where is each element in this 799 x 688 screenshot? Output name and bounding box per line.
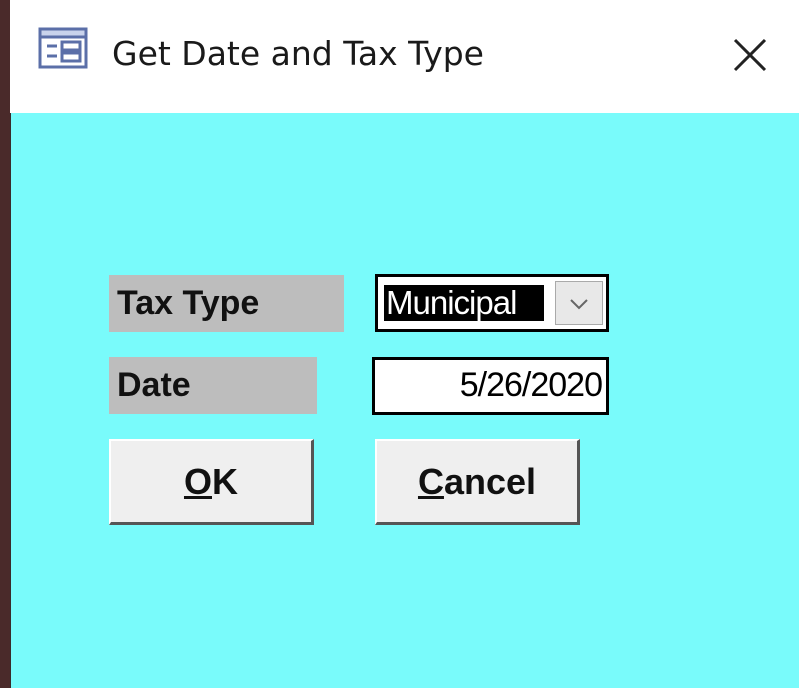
form-body: Tax Type Municipal Date 5/26/2020 OK Can… bbox=[10, 113, 799, 688]
chevron-down-icon bbox=[570, 299, 588, 310]
close-icon[interactable] bbox=[725, 30, 775, 80]
ok-button-label: OK bbox=[183, 460, 238, 502]
cancel-button[interactable]: Cancel bbox=[375, 439, 580, 525]
form-icon bbox=[38, 27, 88, 69]
tax-type-value[interactable]: Municipal bbox=[384, 285, 544, 321]
cancel-button-label: Cancel bbox=[417, 460, 537, 502]
window-edge bbox=[0, 0, 10, 688]
tax-type-combobox[interactable]: Municipal bbox=[375, 274, 609, 332]
dropdown-button[interactable] bbox=[555, 281, 603, 325]
date-field[interactable]: 5/26/2020 bbox=[372, 357, 609, 415]
tax-type-label-text: Tax Type bbox=[117, 284, 260, 322]
dialog-window: Get Date and Tax Type Tax Type Municipal… bbox=[0, 0, 799, 688]
tax-type-label: Tax Type bbox=[109, 275, 344, 332]
window-title: Get Date and Tax Type bbox=[112, 34, 484, 73]
title-bar[interactable]: Get Date and Tax Type bbox=[10, 0, 799, 113]
ok-button[interactable]: OK bbox=[109, 439, 314, 525]
date-label-text: Date bbox=[117, 366, 191, 404]
date-label: Date bbox=[109, 357, 317, 414]
